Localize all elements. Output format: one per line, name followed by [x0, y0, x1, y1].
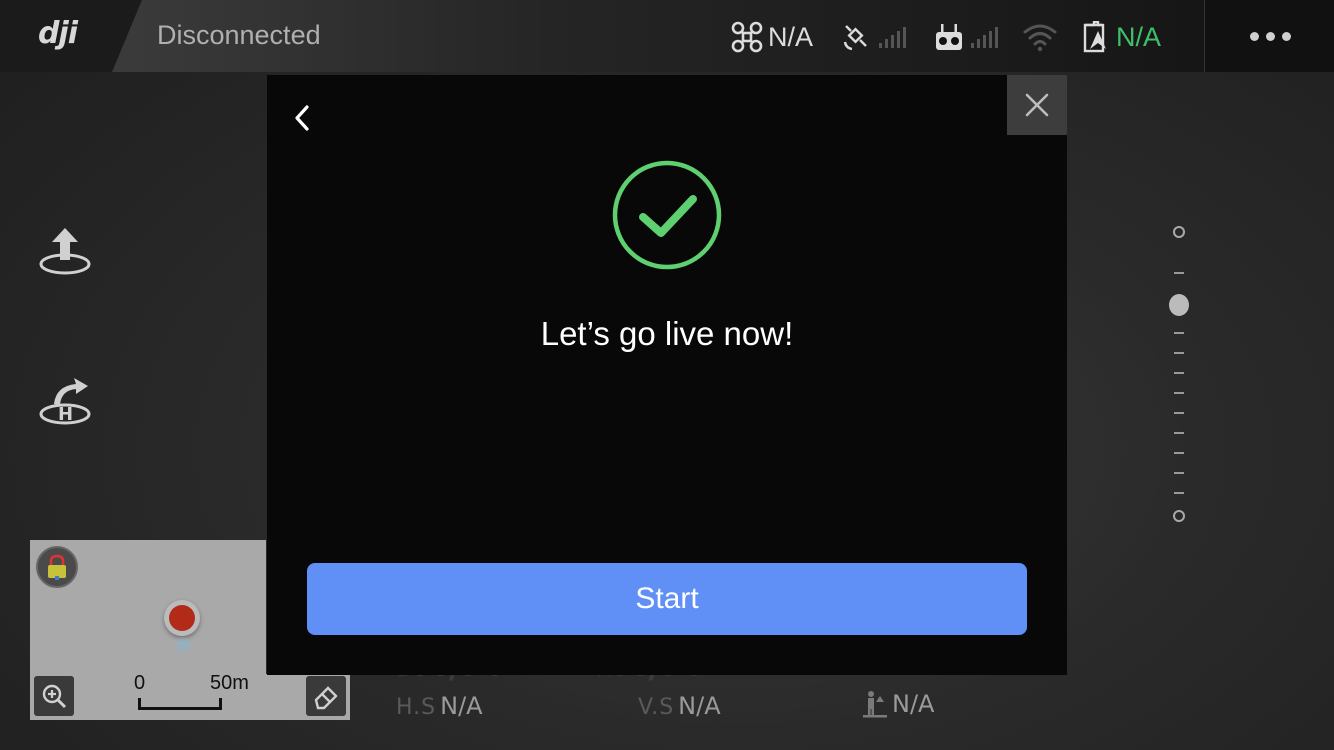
remote-status[interactable] [934, 20, 1000, 54]
slider-tick [1174, 492, 1184, 494]
remote-controller-icon [936, 24, 962, 50]
wifi-status[interactable] [1022, 20, 1058, 54]
battery-status[interactable]: N/A [1082, 20, 1161, 54]
more-dots-icon [1249, 31, 1259, 41]
map-lock-button[interactable] [36, 546, 78, 588]
go-live-dialog: Let’s go live now! Start [267, 75, 1067, 675]
takeoff-button[interactable] [36, 224, 94, 284]
vertical-speed-readout: V.S N/A [638, 692, 721, 720]
eraser-icon [314, 686, 338, 710]
gps-status[interactable] [842, 20, 908, 54]
vspeed-label: V.S [638, 695, 675, 720]
gps-signal-bars [879, 27, 906, 48]
map-erase-button[interactable] [306, 676, 346, 716]
start-button[interactable]: Start [307, 563, 1027, 635]
slider-tick [1174, 432, 1184, 434]
close-button[interactable] [1007, 75, 1067, 135]
logo-text: dji [38, 16, 78, 51]
battery-status-value: N/A [1116, 21, 1162, 52]
aircraft-status-value: N/A [768, 21, 814, 52]
zoom-in-icon [42, 684, 67, 709]
slider-tick [1174, 352, 1184, 354]
battery-icon [1083, 21, 1106, 53]
topbar-divider [1204, 0, 1205, 72]
slider-top-cap [1173, 226, 1185, 238]
gimbal-slider[interactable] [1168, 224, 1190, 524]
slider-tick [1174, 372, 1184, 374]
vspeed-value: N/A [678, 692, 721, 720]
hspeed-label: H.S [396, 695, 437, 720]
chevron-left-icon [295, 105, 309, 131]
slider-tick [1174, 332, 1184, 334]
slider-tick [1174, 272, 1184, 274]
aircraft-home-marker [164, 600, 200, 636]
return-home-button[interactable]: H [36, 374, 94, 434]
slider-tick [1174, 412, 1184, 414]
drone-icon [731, 21, 763, 53]
close-icon [1025, 93, 1049, 117]
svg-text:H: H [58, 404, 73, 425]
top-status-bar: dji Disconnected N/A N/A [0, 0, 1334, 72]
more-button[interactable] [1240, 22, 1300, 50]
check-circle-icon [612, 160, 722, 270]
scale-start-label: 0 [134, 672, 146, 694]
return-home-icon: H [39, 378, 91, 425]
hspeed-value: N/A [440, 692, 483, 720]
scale-bar [138, 698, 222, 710]
horizontal-speed-readout: H.S N/A [396, 692, 483, 720]
scale-end-label: 50m [210, 672, 249, 694]
map-zoom-button[interactable] [34, 676, 74, 716]
map-scale: 0 50m [130, 672, 270, 712]
vps-height-icon [863, 691, 887, 718]
connection-status[interactable]: Disconnected [157, 20, 321, 51]
slider-handle[interactable] [1169, 294, 1189, 316]
wifi-icon [1023, 24, 1057, 52]
success-message: Let’s go live now! [540, 315, 794, 352]
vps-value: N/A [892, 690, 935, 718]
takeoff-icon [39, 228, 91, 275]
slider-bottom-cap [1173, 510, 1185, 522]
vps-height-readout: N/A [862, 690, 934, 718]
home-marker-shadow [172, 636, 194, 654]
more-dot [1265, 31, 1275, 41]
home-point-dot [169, 605, 195, 631]
lock-icon [48, 554, 66, 580]
remote-signal-bars [971, 27, 998, 48]
aircraft-status[interactable]: N/A [730, 20, 813, 54]
more-dot [1281, 31, 1291, 41]
back-button[interactable] [287, 101, 317, 135]
slider-tick [1174, 392, 1184, 394]
satellite-icon [843, 25, 867, 51]
slider-tick [1174, 472, 1184, 474]
slider-tick [1174, 452, 1184, 454]
